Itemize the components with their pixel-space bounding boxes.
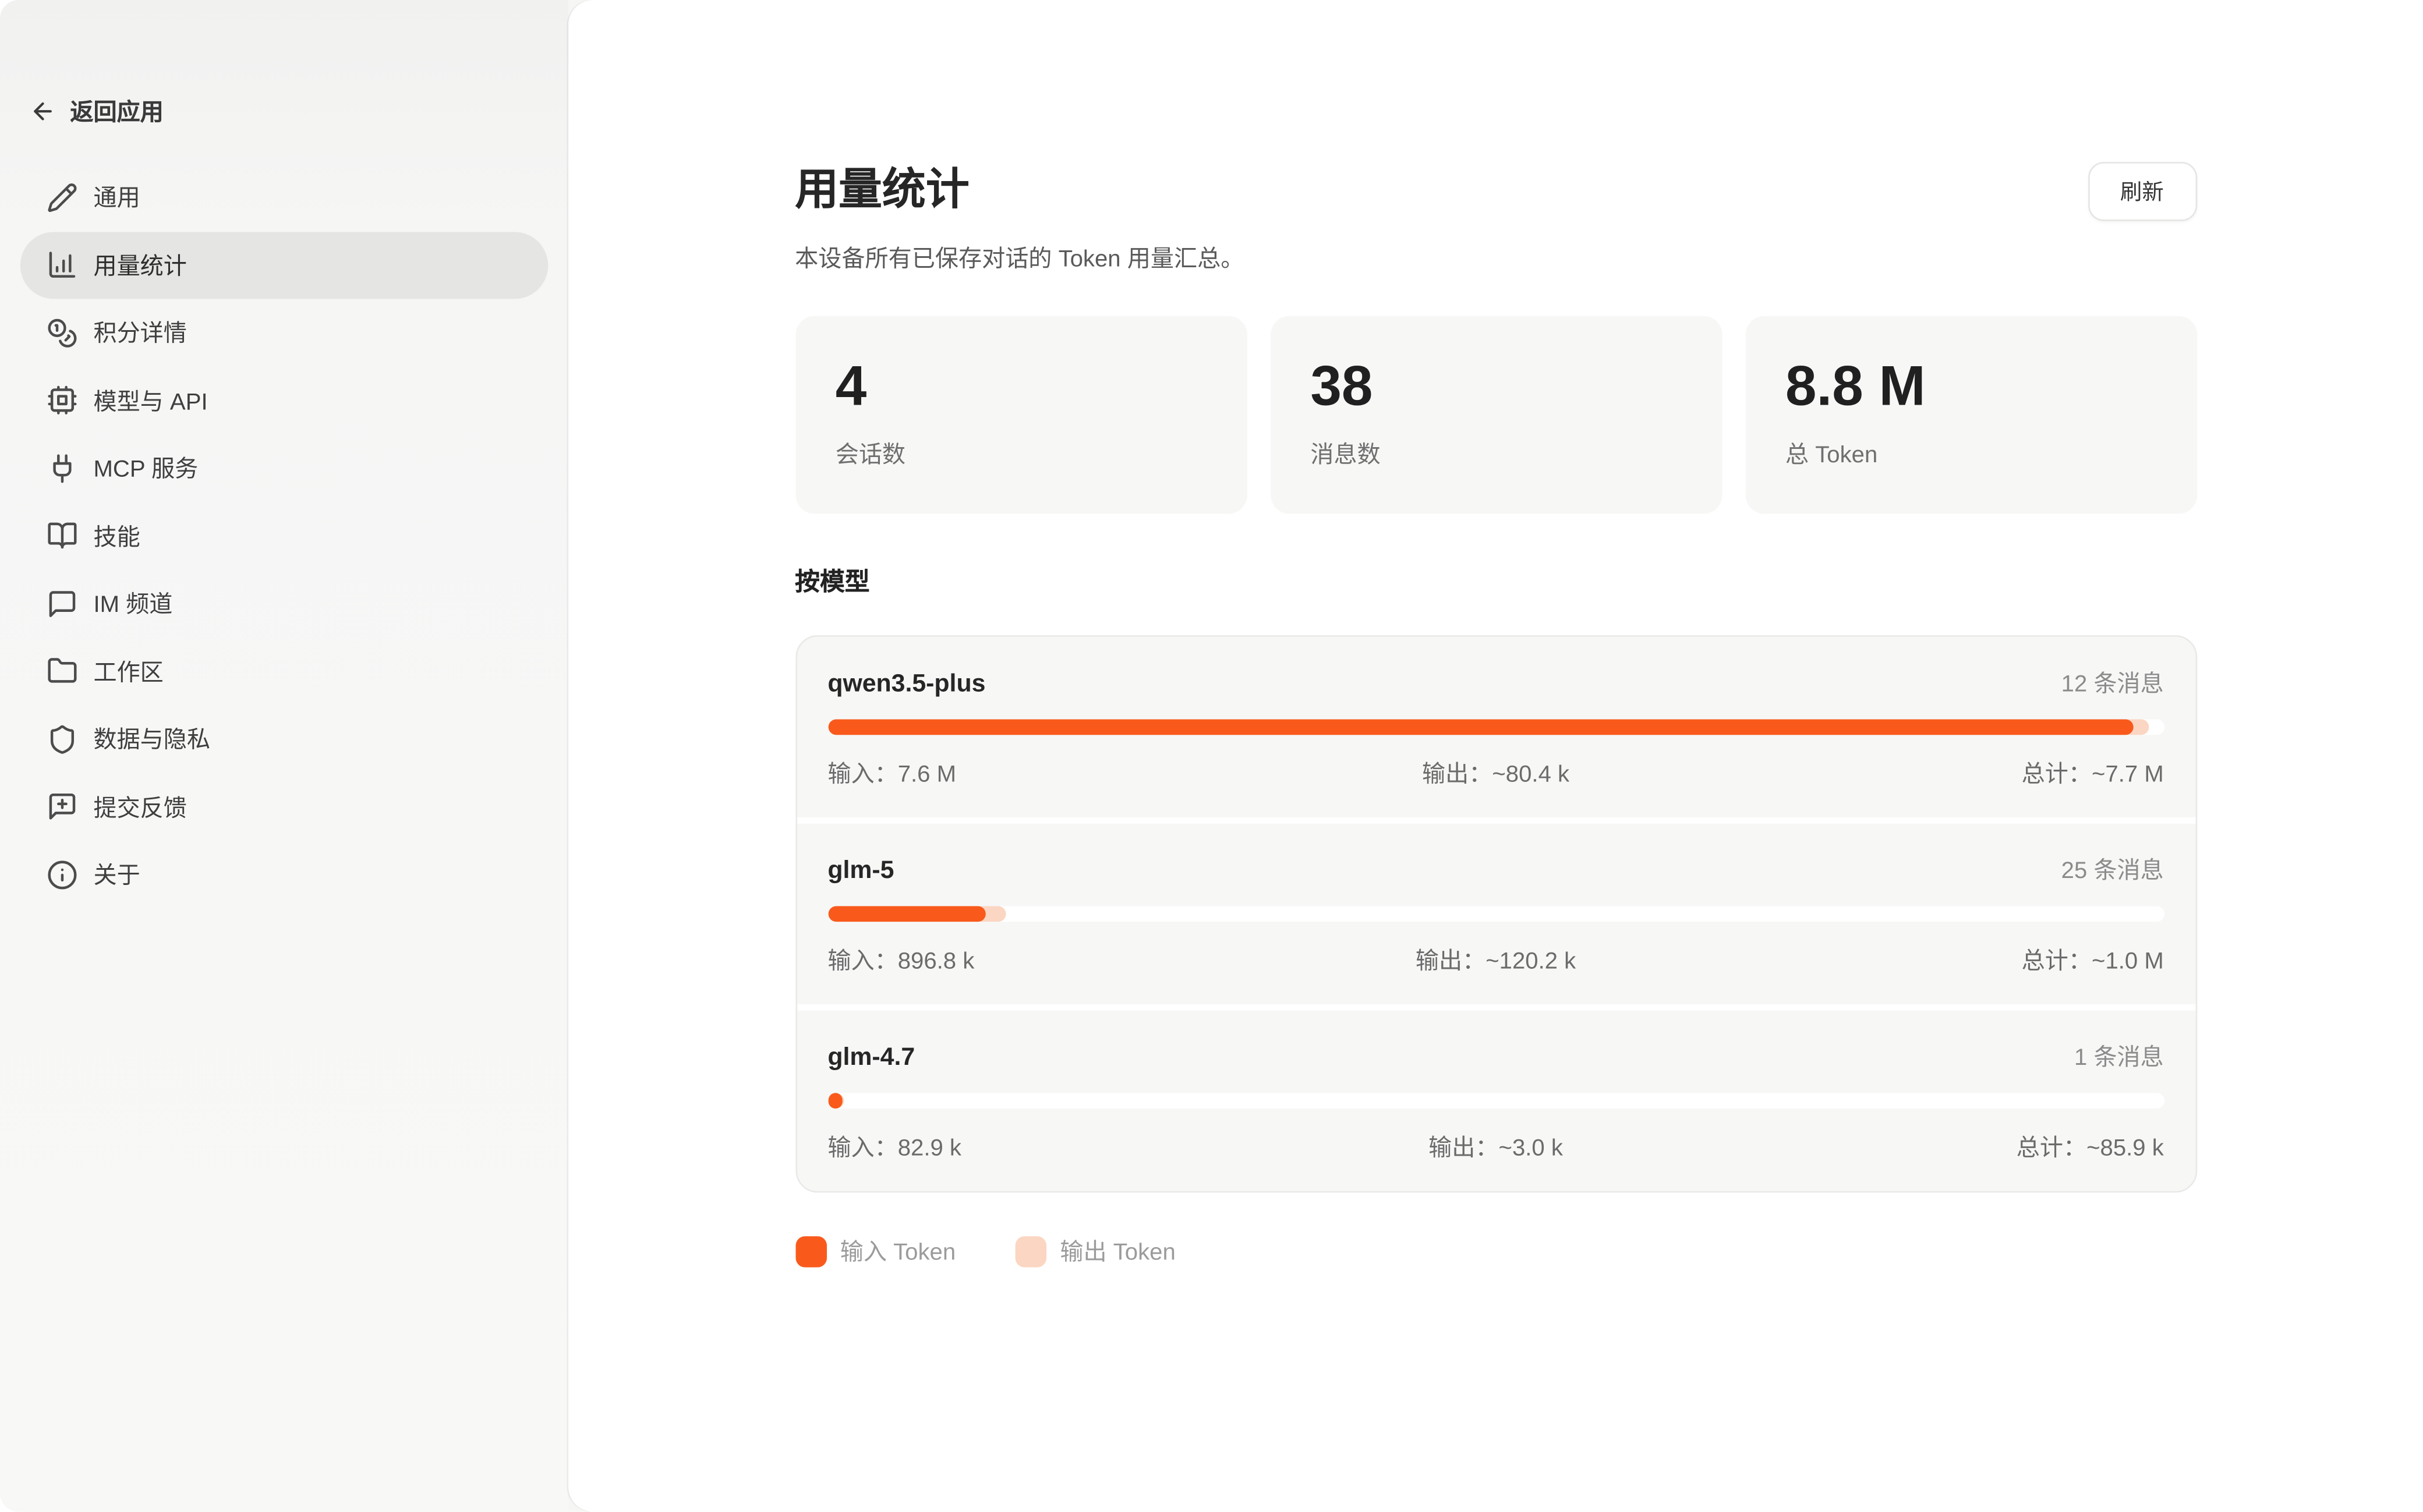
- sidebar-item-label: IM 频道: [93, 587, 172, 620]
- sidebar-item-skills[interactable]: 技能: [20, 502, 549, 569]
- message-square-icon: [47, 588, 77, 619]
- stat-value: 8.8 M: [1785, 350, 2156, 422]
- input-token-swatch: [795, 1235, 826, 1266]
- shield-icon: [47, 724, 77, 755]
- sidebar-item-label: 通用: [93, 181, 140, 214]
- legend-item-output: 输出 Token: [1015, 1235, 1176, 1267]
- by-model-heading: 按模型: [795, 561, 2196, 598]
- stat-label: 消息数: [1310, 437, 1681, 470]
- refresh-button[interactable]: 刷新: [2088, 162, 2196, 221]
- model-message-count: 12 条消息: [2061, 667, 2164, 699]
- sidebar-item-label: 积分详情: [93, 317, 186, 349]
- legend: 输入 Token 输出 Token: [795, 1235, 2196, 1267]
- model-total-stat: 总计：~7.7 M: [1718, 757, 2164, 789]
- sidebar-item-label: 关于: [93, 858, 140, 891]
- stat-value: 38: [1310, 350, 1681, 422]
- sidebar-nav: 通用 用量统计 积分详情 模型与 API MCP 服务 技能: [0, 164, 568, 909]
- sidebar-item-about[interactable]: 关于: [20, 841, 549, 908]
- model-input-stat: 输入：82.9 k: [827, 1130, 1273, 1163]
- output-token-swatch: [1015, 1235, 1046, 1266]
- sidebar-item-data-privacy[interactable]: 数据与隐私: [20, 705, 549, 773]
- model-row-qwen3-5-plus: qwen3.5-plus 12 条消息 输入：7.6 M 输出：~80.4 k …: [797, 637, 2195, 817]
- sidebar: 返回应用 通用 用量统计 积分详情 模型与 API MCP 服务: [0, 0, 568, 1512]
- input-token-segment: [827, 1093, 842, 1109]
- model-input-stat: 输入：7.6 M: [827, 757, 1273, 789]
- sidebar-item-label: 数据与隐私: [93, 723, 210, 755]
- model-usage-panel: qwen3.5-plus 12 条消息 输入：7.6 M 输出：~80.4 k …: [795, 635, 2196, 1192]
- input-token-segment: [827, 719, 2133, 735]
- sidebar-item-label: 用量统计: [93, 249, 186, 281]
- model-name: glm-5: [827, 858, 894, 886]
- page-subtitle: 本设备所有已保存对话的 Token 用量汇总。: [795, 243, 2196, 275]
- model-row-glm-5: glm-5 25 条消息 输入：896.8 k 输出：~120.2 k 总计：~…: [797, 817, 2195, 1004]
- model-name: glm-4.7: [827, 1044, 915, 1072]
- sidebar-item-im-channels[interactable]: IM 频道: [20, 570, 549, 638]
- sidebar-item-label: MCP 服务: [93, 452, 198, 484]
- bar-chart-icon: [47, 250, 77, 281]
- sidebar-item-workspace[interactable]: 工作区: [20, 638, 549, 705]
- arrow-left-icon: [30, 98, 56, 124]
- token-usage-bar: [827, 906, 2163, 922]
- folder-icon: [47, 656, 77, 687]
- stat-card-messages: 38 消息数: [1270, 316, 1722, 514]
- message-square-plus-icon: [47, 791, 77, 822]
- stat-card-total-tokens: 8.8 M 总 Token: [1745, 316, 2196, 514]
- model-input-stat: 输入：896.8 k: [827, 944, 1273, 976]
- token-usage-bar: [827, 719, 2163, 735]
- legend-item-input: 输入 Token: [795, 1235, 956, 1267]
- model-message-count: 1 条消息: [2074, 1040, 2164, 1072]
- back-label: 返回应用: [70, 95, 163, 128]
- info-icon: [47, 859, 77, 890]
- model-total-stat: 总计：~85.9 k: [1718, 1130, 2164, 1163]
- model-output-stat: 输出：~120.2 k: [1273, 944, 1718, 976]
- back-button[interactable]: 返回应用: [30, 95, 164, 128]
- sidebar-item-general[interactable]: 通用: [20, 164, 549, 231]
- sidebar-item-credits[interactable]: 积分详情: [20, 299, 549, 366]
- model-message-count: 25 条消息: [2061, 853, 2164, 886]
- sidebar-item-label: 模型与 API: [93, 384, 207, 417]
- book-open-icon: [47, 520, 77, 551]
- cpu-icon: [47, 385, 77, 416]
- pencil-icon: [47, 182, 77, 213]
- page-title: 用量统计: [795, 162, 970, 218]
- sidebar-item-models-api[interactable]: 模型与 API: [20, 367, 549, 434]
- sidebar-item-mcp[interactable]: MCP 服务: [20, 434, 549, 502]
- main-panel: 用量统计 刷新 本设备所有已保存对话的 Token 用量汇总。 4 会话数 38…: [568, 0, 2423, 1512]
- model-output-stat: 输出：~80.4 k: [1273, 757, 1718, 789]
- model-output-stat: 输出：~3.0 k: [1273, 1130, 1718, 1163]
- sidebar-item-label: 技能: [93, 520, 140, 553]
- stat-label: 总 Token: [1785, 437, 2156, 470]
- model-name: qwen3.5-plus: [827, 671, 985, 699]
- settings-window: 返回应用 通用 用量统计 积分详情 模型与 API MCP 服务: [0, 0, 2423, 1512]
- sidebar-item-feedback[interactable]: 提交反馈: [20, 773, 549, 841]
- input-token-segment: [827, 906, 985, 922]
- stat-card-sessions: 4 会话数: [795, 316, 1247, 514]
- sidebar-item-label: 提交反馈: [93, 791, 186, 823]
- stat-label: 会话数: [836, 437, 1206, 470]
- stat-value: 4: [836, 350, 1206, 422]
- coins-icon: [47, 317, 77, 348]
- plug-icon: [47, 453, 77, 484]
- summary-cards: 4 会话数 38 消息数 8.8 M 总 Token: [795, 316, 2196, 514]
- sidebar-item-usage-stats[interactable]: 用量统计: [20, 231, 549, 299]
- sidebar-item-label: 工作区: [93, 655, 163, 688]
- model-total-stat: 总计：~1.0 M: [1718, 944, 2164, 976]
- token-usage-bar: [827, 1093, 2163, 1109]
- model-row-glm-4-7: glm-4.7 1 条消息 输入：82.9 k 输出：~3.0 k 总计：~85…: [797, 1004, 2195, 1191]
